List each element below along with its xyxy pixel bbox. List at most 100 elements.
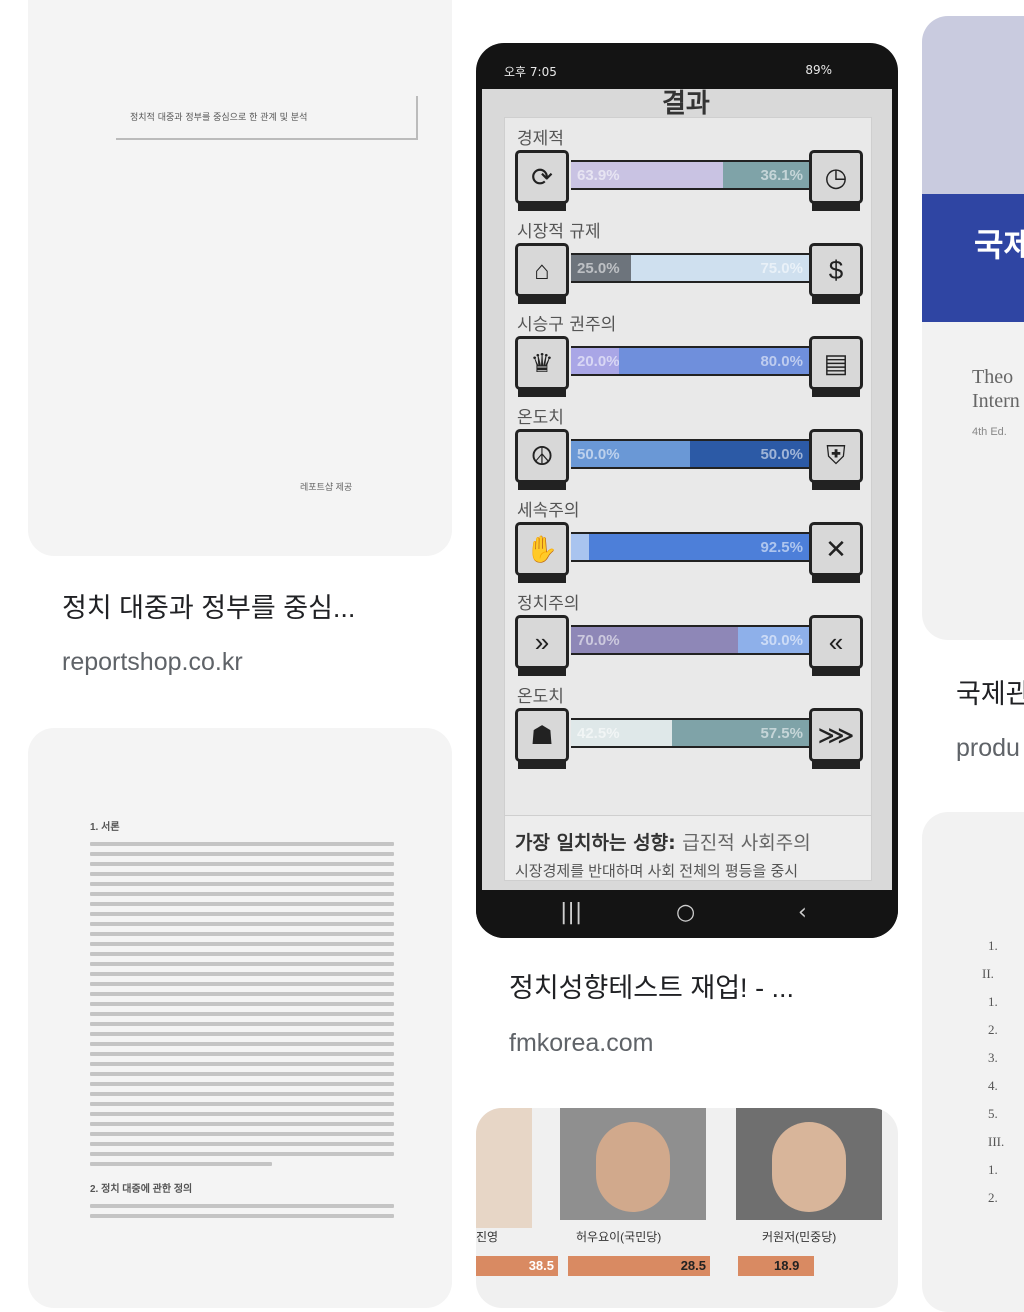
candidate-label-2: 허우요이(국민당) [576, 1230, 662, 1244]
result-source-1[interactable]: reportshop.co.kr [62, 648, 243, 677]
axis-label: 세속주의 [517, 501, 580, 521]
toc-item: 2. [988, 1190, 998, 1205]
best-match-box: 가장 일치하는 성향: 급진적 사회주의 시장경제를 반대하며 사회 전체의 평… [504, 815, 872, 881]
document-body-text [90, 836, 394, 1172]
axis-bar: 63.9% 36.1% [571, 160, 809, 190]
axis-bar-left: 25.0% [571, 255, 631, 281]
axis-bar-left: 20.0% [571, 348, 619, 374]
axis-bar-right: 30.0% [737, 627, 809, 653]
document-header-box: 정치적 대중과 정부를 중심으로 한 관계 및 분석 [116, 96, 418, 140]
photo-candidate-2 [736, 1108, 882, 1220]
toc-item: 1. [988, 938, 998, 953]
military-icon: ⛨ [809, 429, 863, 490]
result-source-5[interactable]: produ [956, 734, 1020, 763]
axis-label: 정치주의 [517, 594, 580, 614]
axis-row: 경제적 ⟳ 63.9% 36.1% ◷ [515, 124, 863, 216]
book-title: 국제 [974, 226, 1024, 264]
document-section-heading-2: 2. 정치 대중에 관한 정의 [90, 1184, 193, 1195]
best-match-title: 가장 일치하는 성향: 급진적 사회주의 [515, 832, 811, 854]
result-card-1[interactable]: 정치적 대중과 정부를 중심으로 한 관계 및 분석 레포트샵 제공 [28, 0, 452, 556]
axis-bar-right: 92.5% [588, 534, 809, 560]
axis-bar-left: 70.0% [571, 627, 738, 653]
book-cover-band: 국제 [922, 194, 1024, 322]
phone-status-time: 오후 7:05 [504, 65, 557, 79]
refresh-icon: ⟳ [515, 150, 569, 211]
axis-row: 시장적 규제 ⌂ 25.0% 75.0% $ [515, 217, 863, 309]
peace-icon: ☮ [515, 429, 569, 490]
best-match-description: 시장경제를 반대하며 사회 전체의 평등을 중시 [515, 863, 799, 880]
axis-bar: 20.0% 80.0% [571, 346, 809, 376]
axis-row: 시승구 권주의 ♛ 20.0% 80.0% ▤ [515, 310, 863, 402]
result-card-2[interactable]: 1. 서론 2. 정치 대중에 관한 정의 [28, 728, 452, 1308]
axis-row: 정치주의» 70.0% 30.0% « [515, 589, 863, 681]
phone-screen: 결과 경제적 ⟳ 63.9% 36.1% ◷ 시장적 규제 ⌂ 25.0% 75.0% $ 시승구 … [482, 89, 892, 935]
axis-bar-right: 75.0% [630, 255, 809, 281]
result-card-6[interactable]: 1. II. 1. 2. 3. 4. 5. III. 1. 2. [922, 812, 1024, 1312]
hands-icon: ✋ [515, 522, 569, 583]
axis-bar-left: 63.9% [571, 162, 724, 188]
candidate-label-3: 커원저(민중당) [762, 1230, 837, 1244]
axis-row: 온도치 ☮ 50.0% 50.0% ⛨ [515, 403, 863, 495]
axis-bar: 42.5% 57.5% [571, 718, 809, 748]
crown-icon: ♛ [515, 336, 569, 397]
result-caption-3[interactable]: 정치성향테스트 재업! - ... [509, 966, 794, 1005]
clock-icon: ◷ [809, 150, 863, 211]
candidate-label-1: 진영 [476, 1230, 499, 1244]
axis-bar-left: 50.0% [571, 441, 690, 467]
axis-label: 시승구 권주의 [517, 315, 617, 335]
result-card-3[interactable]: 오후 7:05 89% 결과 경제적 ⟳ 63.9% 36.1% ◷ 시장적 규제 ⌂ 25.… [476, 43, 898, 938]
axis-bar-right: 80.0% [618, 348, 809, 374]
person-icon: ☗ [515, 708, 569, 769]
result-caption-5[interactable]: 국제관계 [956, 672, 1024, 711]
document-thumbnail-2: 1. 서론 2. 정치 대중에 관한 정의 [28, 728, 452, 1308]
back-icon: ‹ [798, 900, 807, 925]
document-footer-text: 레포트샵 제공 [300, 482, 353, 492]
photo-left-partial [476, 1108, 532, 1228]
document-thumbnail: 정치적 대중과 정부를 중심으로 한 관계 및 분석 레포트샵 제공 [28, 0, 452, 556]
axis-label: 온도치 [517, 408, 564, 428]
result-card-4[interactable]: 진영 허우요이(국민당) 커원저(민중당) 38.5 28.5 18.9 [476, 1108, 898, 1308]
poll-bar-1: 38.5 [476, 1256, 558, 1276]
government-icon: ⌂ [515, 243, 569, 304]
cross-icon: ✕ [809, 522, 863, 583]
axis-label: 경제적 [517, 129, 564, 149]
axis-bar-left: 42.5% [571, 720, 673, 746]
book-cover-map [922, 16, 1024, 194]
book-edition: 4th Ed. [972, 426, 1007, 438]
toc-item: 3. [988, 1050, 998, 1065]
poll-bar-3: 18.9 [738, 1256, 814, 1276]
back-chevrons-icon: « [809, 615, 863, 676]
result-source-3[interactable]: fmkorea.com [509, 1029, 653, 1058]
book-subtitle-2: Intern [972, 390, 1020, 412]
toc-item: 4. [988, 1078, 998, 1093]
forward-chevrons-icon: » [515, 615, 569, 676]
phone-nav-bar: ||| ○ ‹ [476, 890, 898, 938]
document-header-text: 정치적 대중과 정부를 중심으로 한 관계 및 분석 [130, 113, 308, 123]
axis-label: 온도치 [517, 687, 564, 707]
toc-item: 1. [988, 994, 998, 1009]
axis-bar: 92.5% [571, 532, 809, 562]
result-caption-1[interactable]: 정치 대중과 정부를 중심... [62, 586, 355, 625]
toc-item: II. [982, 966, 994, 981]
axis-bar-right: 57.5% [672, 720, 809, 746]
axis-bar-left [571, 534, 589, 560]
poll-bar-2: 28.5 [568, 1256, 710, 1276]
best-match-value: 급진적 사회주의 [682, 832, 811, 854]
toc-list: 1. II. 1. 2. 3. 4. 5. III. 1. 2. [982, 938, 1004, 1218]
ballot-icon: ▤ [809, 336, 863, 397]
axis-row: 세속주의 ✋ 92.5% ✕ [515, 496, 863, 588]
crowd-icon: ⋙ [809, 708, 863, 769]
axis-label: 시장적 규제 [517, 222, 601, 242]
axis-bar: 25.0% 75.0% [571, 253, 809, 283]
axis-bar: 50.0% 50.0% [571, 439, 809, 469]
result-card-5[interactable]: 국제 Theo Intern 4th Ed. [922, 16, 1024, 640]
home-icon: ○ [676, 900, 696, 925]
document-body-text-2 [90, 1198, 394, 1224]
photo-candidate-1 [560, 1108, 706, 1220]
recent-apps-icon: ||| [560, 900, 583, 925]
result-panel: 경제적 ⟳ 63.9% 36.1% ◷ 시장적 규제 ⌂ 25.0% 75.0% $ 시승구 권주의… [504, 117, 872, 819]
screen-title: 결과 [662, 89, 710, 119]
toc-item: 1. [988, 1162, 998, 1177]
axis-row: 온도치 ☗ 42.5% 57.5% ⋙ [515, 682, 863, 774]
axis-bar-right: 36.1% [723, 162, 809, 188]
